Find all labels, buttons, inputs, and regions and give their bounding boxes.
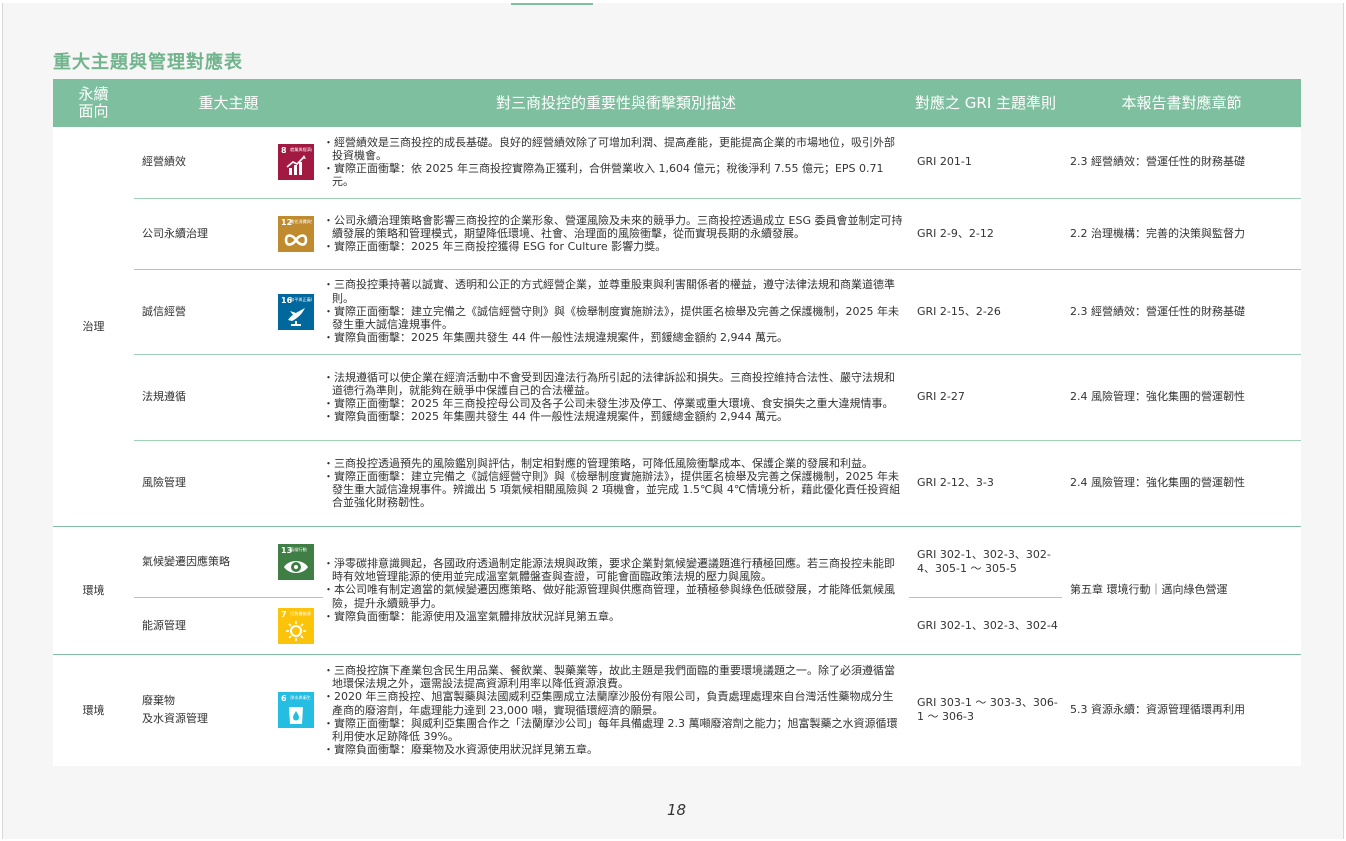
sdg12-infinity-icon: 12 責任消費與生產 [278,215,314,252]
page-number: 18 [667,801,687,819]
pillar-governance: 治理 [53,127,134,526]
table-row: 環境 廢棄物 及水資源管理 6 淨水與衛生 ・三商投控旗下產業包含民生用品業、餐… [53,653,1302,766]
sdg8-growth-chart-icon: 8 就業與經濟成長 [278,144,314,181]
topic-name: 經營績效 [134,127,269,198]
header-section: 本報告書對應章節 [1062,79,1302,127]
gri-cell: GRI 2-9、2-12 [909,197,1063,269]
section-cell: 第五章 環境行動｜邁向綠色營運 [1062,525,1302,654]
gri-cell: GRI 201-1 [909,127,1063,198]
description-cell: ・三商投控秉持著以誠實、透明和公正的方式經營企業，並尊重股東與利害關係者的權益，… [323,268,910,354]
sdg16-dove-icon: 16 和平與正義制度 [278,293,314,330]
section-cell: 2.2 治理機構：完善的決策與監督力 [1062,197,1302,269]
header-description: 對三商投控的重要性與衝擊類別描述 [323,79,910,127]
section-cell: 5.3 資源永續：資源管理循環再利用 [1062,653,1302,766]
top-accent-bar [511,3,593,5]
pillar-environment: 環境 [53,525,134,654]
topic-name: 法規遵循 [134,353,269,440]
section-cell: 2.3 經營績效：營運任性的財務基礎 [1062,268,1302,354]
description-cell: ・淨零碳排意識興起，各國政府透過制定能源法規與政策，要求企業對氣候變遷議題進行積… [323,525,910,654]
gri-cell: GRI 302-1、302-3、302-4 [909,596,1063,654]
section-cell: 2.4 風險管理：強化集團的營運韌性 [1062,439,1302,526]
description-cell: ・三商投控透過預先的風險鑑別與評估，制定相對應的管理策略，可降低風險衝擊成本、保… [323,439,910,526]
table-row: 公司永續治理 12 責任消費與生產 ・公司永續治理策略會影響三商投控的企業形象、… [53,197,1302,269]
description-cell: ・公司永續治理策略會影響三商投控的企業形象、營運風險及未來的競爭力。三商投控透過… [323,197,910,269]
description-cell: ・經營績效是三商投控的成長基礎。良好的經營績效除了可增加利潤、提高產能，更能提高… [323,127,910,198]
gri-cell: GRI 303-1 ～ 303-3、306-1 ～ 306-3 [909,653,1063,766]
table-row: 風險管理 ・三商投控透過預先的風險鑑別與評估，制定相對應的管理策略，可降低風險衝… [53,439,1302,526]
topic-name: 氣候變遷因應策略 [134,525,269,597]
table-row: 法規遵循 ・法規遵循可以使企業在經濟活動中不會受到因違法行為所引起的法律訴訟和損… [53,353,1302,440]
sdg7-sun-icon: 7 可負擔能源 [278,607,314,644]
gri-cell: GRI 2-15、2-26 [909,268,1063,354]
gri-cell: GRI 302-1、302-3、302-4、305-1 ～ 305-5 [909,525,1063,597]
sdg6-water-drop-icon: 6 淨水與衛生 [278,692,314,729]
section-cell: 2.4 風險管理：強化集團的營運韌性 [1062,353,1302,440]
table-row: 治理 經營績效 8 就業與經濟成長 ・經營績效是三商投控的成長基礎。良好的經營績… [53,127,1302,526]
topic-name: 誠信經營 [134,268,269,354]
sdg13-globe-eye-icon: 13 氣候行動 [278,543,314,580]
materiality-table: 永續 面向 重大主題 對三商投控的重要性與衝擊類別描述 對應之 GRI 主題準則… [53,79,1302,766]
topic-name: 公司永續治理 [134,197,269,269]
table-header: 永續 面向 重大主題 對三商投控的重要性與衝擊類別描述 對應之 GRI 主題準則… [53,79,1302,127]
topic-name: 廢棄物 及水資源管理 [134,653,269,766]
header-topic: 重大主題 [134,79,324,127]
topic-name: 能源管理 [134,596,269,654]
table-row: 環境 氣候變遷因應策略 13 氣候行動 ・淨零碳排意識興起，各國政府透過制定能源… [53,525,1302,654]
pillar-environment: 環境 [53,653,134,766]
gri-cell: GRI 2-27 [909,353,1063,440]
page-title: 重大主題與管理對應表 [53,52,243,73]
section-cell: 2.3 經營績效：營運任性的財務基礎 [1062,127,1302,198]
header-gri: 對應之 GRI 主題準則 [909,79,1063,127]
header-pillar: 永續 面向 [53,79,134,127]
report-page: 重大主題與管理對應表 永續 面向 重大主題 對三商投控的重要性與衝擊類別描述 對… [2,3,1344,839]
gri-cell: GRI 2-12、3-3 [909,439,1063,526]
description-cell: ・法規遵循可以使企業在經濟活動中不會受到因違法行為所引起的法律訴訟和損失。三商投… [323,353,910,440]
table-row: 誠信經營 16 和平與正義制度 ・三商投控秉持著以誠實、透明和公正的方式經營企業… [53,268,1302,354]
description-cell: ・三商投控旗下產業包含民生用品業、餐飲業、製藥業等，故此主題是我們面臨的重要環境… [323,653,910,766]
topic-name: 風險管理 [134,439,269,526]
